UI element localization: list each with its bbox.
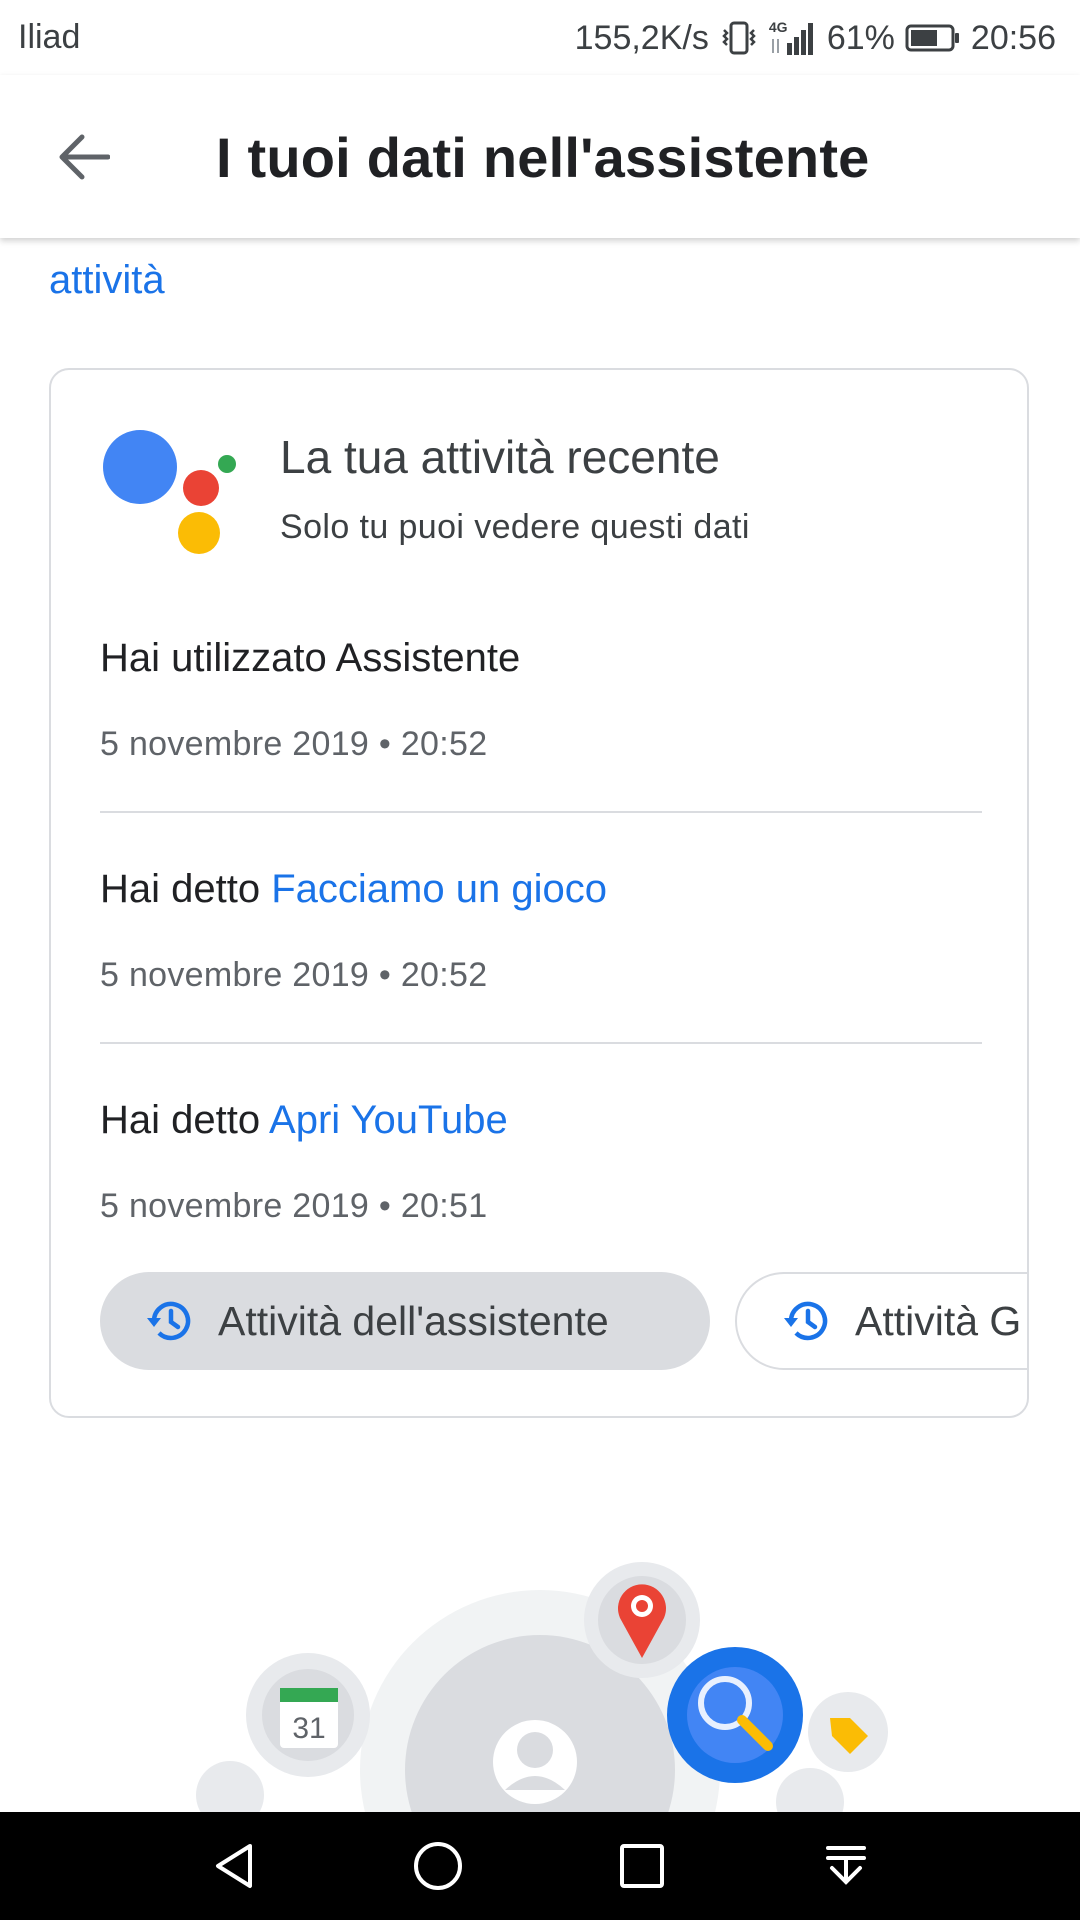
nav-recents-button[interactable] — [612, 1836, 672, 1896]
carrier-name: Iliad — [18, 18, 81, 56]
nav-home-icon — [414, 1842, 462, 1890]
pull-down-icon — [826, 1846, 866, 1885]
clock: 20:56 — [970, 18, 1056, 57]
recent-activity-card: La tua attività recente Solo tu puoi ved… — [49, 368, 1029, 1418]
google-assistant-logo — [103, 430, 236, 554]
activity-chips: Attività dell'assistente Attività G — [100, 1272, 1027, 1372]
system-nav-bar — [0, 1812, 1080, 1920]
divider — [100, 1042, 982, 1044]
status-icons: 155,2K/s 4G 61% 20:56 — [575, 16, 1056, 60]
back-button[interactable] — [52, 125, 116, 189]
tag-icon — [808, 1692, 888, 1772]
activity-prefix: Hai utilizzato Assistente — [100, 636, 521, 680]
activity-time: 5 novembre 2019 • 20:52 — [100, 725, 488, 763]
activity-item[interactable]: Hai detto Facciamo un gioco 5 novembre 2… — [100, 867, 982, 995]
activity-text: Hai detto Apri YouTube — [100, 1098, 982, 1143]
card-title: La tua attività recente — [280, 431, 720, 483]
vibrate-icon — [719, 20, 759, 56]
settings-gears-illustration: 31 — [190, 1540, 910, 1812]
card-header: La tua attività recente Solo tu puoi ved… — [51, 370, 1027, 570]
activity-item[interactable]: Hai detto Apri YouTube 5 novembre 2019 •… — [100, 1098, 982, 1226]
network-speed: 155,2K/s — [574, 18, 709, 57]
activity-time: 5 novembre 2019 • 20:52 — [100, 956, 488, 994]
history-icon — [147, 1301, 191, 1341]
google-activity-chip[interactable]: Attività G — [735, 1272, 1027, 1370]
activity-query: Facciamo un gioco — [271, 867, 607, 911]
app-bar: I tuoi dati nell'assistente — [0, 75, 1080, 238]
search-icon — [667, 1647, 803, 1783]
nav-home-button[interactable] — [408, 1836, 468, 1896]
activity-item[interactable]: Hai utilizzato Assistente 5 novembre 201… — [100, 636, 982, 764]
status-bar: Iliad 155,2K/s 4G 61% 20:56 — [0, 0, 1080, 75]
page-title: I tuoi dati nell'assistente — [216, 126, 870, 189]
chip-label: Attività G — [855, 1297, 1022, 1344]
activity-time: 5 novembre 2019 • 20:51 — [100, 1187, 488, 1225]
signal-4g-icon: 4G — [769, 19, 817, 57]
activity-prefix: Hai detto — [100, 867, 272, 911]
activity-text: Hai utilizzato Assistente — [100, 636, 982, 681]
battery-icon — [905, 23, 961, 53]
calendar-day: 31 — [292, 1712, 325, 1745]
activity-link[interactable]: attività — [49, 258, 165, 303]
divider — [100, 811, 982, 813]
card-subtitle: Solo tu puoi vedere questi dati — [280, 508, 750, 546]
nav-recents-icon — [620, 1844, 664, 1888]
arrow-back-icon — [59, 134, 110, 180]
calendar-icon: 31 — [246, 1653, 370, 1777]
chip-label: Attività dell'assistente — [218, 1297, 609, 1344]
nav-back-button[interactable] — [204, 1836, 264, 1896]
location-pin-icon — [584, 1562, 700, 1678]
nav-back-icon — [216, 1844, 252, 1888]
assistant-activity-chip[interactable]: Attività dell'assistente — [100, 1272, 710, 1370]
history-icon — [784, 1301, 828, 1341]
battery-percent: 61% — [826, 18, 895, 57]
activity-text: Hai detto Facciamo un gioco — [100, 867, 982, 912]
activity-prefix: Hai detto — [100, 1098, 270, 1142]
activity-query: Apri YouTube — [269, 1098, 508, 1142]
nav-notifications-button[interactable] — [816, 1836, 876, 1896]
